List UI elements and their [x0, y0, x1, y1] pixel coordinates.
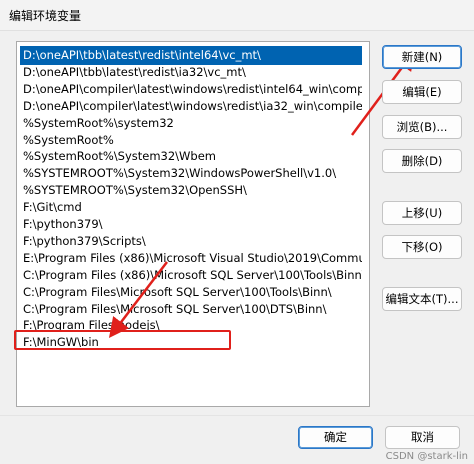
move-up-button[interactable]: 上移(U) [382, 201, 462, 225]
edit-button[interactable]: 编辑(E) [382, 80, 462, 104]
window-title: 编辑环境变量 [9, 9, 82, 23]
browse-button[interactable]: 浏览(B)... [382, 115, 462, 139]
move-down-button[interactable]: 下移(O) [382, 235, 462, 259]
ok-button[interactable]: 确定 [298, 426, 373, 449]
path-list-item[interactable]: F:\MinGW\bin [20, 333, 362, 352]
cancel-button[interactable]: 取消 [385, 426, 460, 449]
path-list[interactable]: D:\oneAPI\tbb\latest\redist\intel64\vc_m… [16, 41, 370, 407]
title-bar: 编辑环境变量 [0, 0, 474, 31]
edit-text-button[interactable]: 编辑文本(T)... [382, 287, 462, 311]
new-button[interactable]: 新建(N) [382, 45, 462, 69]
watermark: CSDN @stark-lin [385, 451, 468, 462]
delete-button[interactable]: 删除(D) [382, 149, 462, 173]
footer-divider [0, 415, 474, 416]
